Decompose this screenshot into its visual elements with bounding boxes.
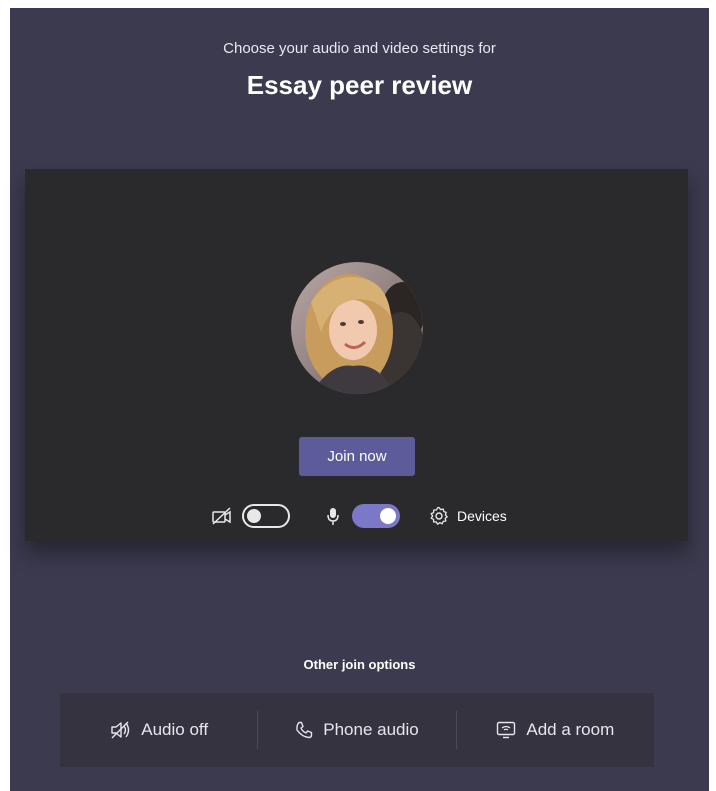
add-room-option[interactable]: Add a room <box>457 693 654 767</box>
phone-audio-label: Phone audio <box>323 720 419 739</box>
add-room-label: Add a room <box>526 720 615 739</box>
meeting-title: Essay peer review <box>246 70 473 100</box>
camera-toggle-knob <box>247 509 261 523</box>
devices-label: Devices <box>457 508 507 524</box>
phone-icon <box>296 721 313 739</box>
preview-controls: Devices <box>25 502 688 530</box>
prejoin-screen: Choose your audio and video settings for… <box>10 8 709 791</box>
settings-subtitle: Choose your audio and video settings for <box>223 40 496 57</box>
audio-off-option[interactable]: Audio off <box>60 693 257 767</box>
microphone-icon <box>325 502 341 530</box>
other-join-options-heading: Other join options <box>303 657 416 672</box>
microphone-toggle-knob <box>380 508 396 524</box>
devices-button[interactable]: Devices <box>429 502 507 530</box>
avatar <box>291 262 423 394</box>
audio-off-label: Audio off <box>141 720 209 739</box>
video-preview: Join now Devices <box>25 169 688 541</box>
other-join-options: Audio off Phone audio Add a room <box>60 693 654 767</box>
join-now-button[interactable]: Join now <box>299 437 415 476</box>
speaker-off-icon <box>111 721 130 739</box>
camera-off-icon <box>211 502 233 530</box>
gear-icon <box>430 506 448 525</box>
phone-audio-option[interactable]: Phone audio <box>258 693 455 767</box>
room-cast-icon <box>497 721 516 739</box>
